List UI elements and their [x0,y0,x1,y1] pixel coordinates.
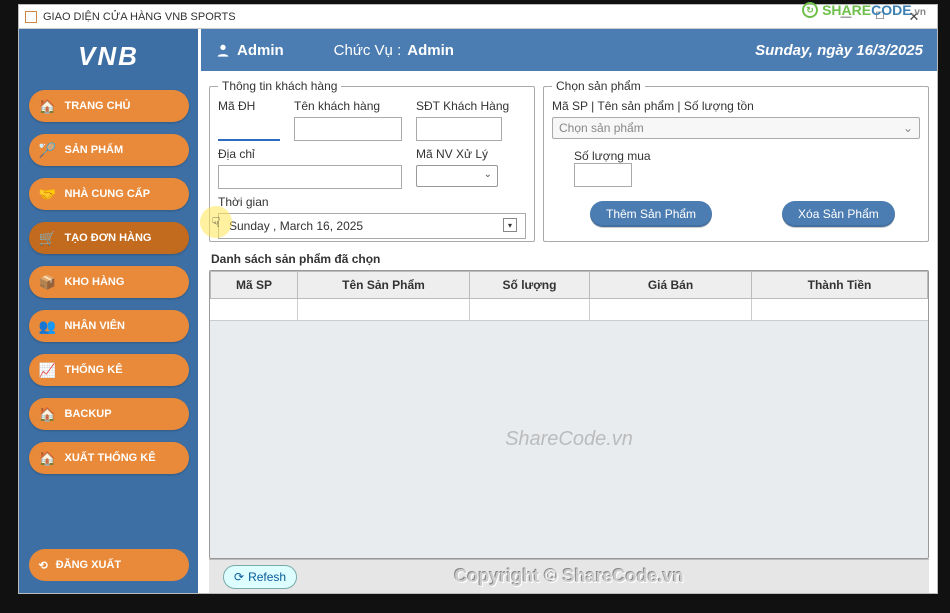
watermark: ↻ SHARECODE.vn [802,2,926,18]
sidebar-item-label: XUẤT THỐNG KÊ [65,452,156,464]
sidebar-item-home[interactable]: 🏠 TRANG CHỦ [29,90,189,122]
role-label: Chức Vụ : [334,42,402,59]
logout-icon: ⟲ [39,559,48,572]
order-id-label: Mã ĐH [218,99,280,113]
sidebar-item-warehouse[interactable]: 📦 KHO HÀNG [29,266,189,298]
sidebar-item-products[interactable]: 🏸 SẢN PHẨM [29,134,189,166]
home-icon: 🏠 [39,97,57,115]
grid-watermark: ShareCode.vn [210,321,928,558]
group-legend: Thông tin khách hàng [218,79,341,93]
titlebar[interactable]: GIAO DIỆN CỬA HÀNG VNB SPORTS — ☐ ✕ [19,5,937,29]
datetime-value: Sunday , March 16, 2025 [229,219,363,233]
qty-input[interactable] [574,163,632,187]
datetime-picker[interactable]: Sunday , March 16, 2025 ▾ [218,213,526,239]
selected-products-grid[interactable]: Mã SP Tên Sản Phẩm Số lượng Giá Bán Thàn… [209,270,929,559]
watermark-text-1: SHARE [822,2,871,18]
customer-info-group: Thông tin khách hàng Mã ĐH Tên khách hàn… [209,79,535,242]
sidebar-item-stats[interactable]: 📈 THỐNG KÊ [29,354,189,386]
sidebar-item-label: NHÀ CUNG CẤP [65,188,151,200]
table-row[interactable] [210,299,928,321]
window-title: GIAO DIỆN CỬA HÀNG VNB SPORTS [43,11,829,23]
logout-button[interactable]: ⟲ ĐĂNG XUẤT [29,549,189,581]
product-filter-label: Mã SP | Tên sản phẩm | Số lượng tồn [552,99,920,113]
sidebar-item-label: TẠO ĐƠN HÀNG [65,232,152,244]
sidebar: VNB 🏠 TRANG CHỦ 🏸 SẢN PHẨM 🤝 NHÀ CUNG CẤP 🛒… [19,29,201,593]
handshake-icon: 🤝 [39,185,57,203]
product-dropdown-placeholder: Chọn sản phẩm [559,121,644,135]
sidebar-item-label: TRANG CHỦ [65,100,131,112]
current-date: Sunday, ngày 16/3/2025 [755,42,923,59]
selected-list-title: Danh sách sản phẩm đã chọn [211,252,929,266]
address-label: Địa chỉ [218,147,402,161]
bottom-bar: ⟳Refesh Copyright © ShareCode.vn [209,559,929,593]
backup-icon: 🏠 [39,405,57,423]
qty-label: Số lượng mua [574,149,920,163]
logout-label: ĐĂNG XUẤT [56,559,121,571]
customer-name-label: Tên khách hàng [294,99,402,113]
app-window: GIAO DIỆN CỬA HÀNG VNB SPORTS — ☐ ✕ VNB … [18,4,938,594]
sidebar-item-label: BACKUP [65,408,112,420]
user-name: Admin [237,42,284,59]
add-product-button[interactable]: Thêm Sản Phẩm [590,201,712,227]
watermark-logo-icon: ↻ [802,2,818,18]
watermark-text-2: CODE [871,2,911,18]
order-id-input[interactable] [218,117,280,141]
sidebar-item-label: NHÂN VIÊN [65,320,126,332]
calendar-icon: ▾ [503,218,517,232]
customer-phone-input[interactable] [416,117,502,141]
refresh-button[interactable]: ⟳Refesh [223,565,297,589]
col-product-name[interactable]: Tên Sản Phẩm [298,271,470,299]
user-icon [215,42,231,58]
topbar: Admin Chức Vụ : Admin Sunday, ngày 16/3/2… [201,29,937,71]
nav: 🏠 TRANG CHỦ 🏸 SẢN PHẨM 🤝 NHÀ CUNG CẤP 🛒 TẠO … [19,90,198,474]
col-qty[interactable]: Số lượng [470,271,590,299]
people-icon: 👥 [39,317,57,335]
grid-header: Mã SP Tên Sản Phẩm Số lượng Giá Bán Thàn… [210,271,928,299]
sidebar-item-label: SẢN PHẨM [65,144,124,156]
watermark-text-3: .vn [912,7,926,18]
time-label: Thời gian [218,195,526,209]
col-price[interactable]: Giá Bán [590,271,752,299]
role-value: Admin [407,42,454,59]
sidebar-item-backup[interactable]: 🏠 BACKUP [29,398,189,430]
sidebar-item-label: KHO HÀNG [65,276,125,288]
product-select-group: Chọn sản phẩm Mã SP | Tên sản phẩm | Số … [543,79,929,242]
sidebar-item-suppliers[interactable]: 🤝 NHÀ CUNG CẤP [29,178,189,210]
chevron-down-icon: ⌄ [903,121,913,135]
col-product-code[interactable]: Mã SP [210,271,298,299]
cart-icon: 🛒 [39,229,57,247]
sidebar-item-staff[interactable]: 👥 NHÂN VIÊN [29,310,189,342]
remove-product-button[interactable]: Xóa Sản Phẩm [782,201,895,227]
brand-logo: VNB [78,41,139,72]
customer-phone-label: SĐT Khách Hàng [416,99,509,113]
racket-icon: 🏸 [39,141,57,159]
sidebar-item-create-order[interactable]: 🛒 TẠO ĐƠN HÀNG [29,222,189,254]
warehouse-icon: 📦 [39,273,57,291]
staff-label: Mã NV Xử Lý [416,147,498,161]
main-area: Admin Chức Vụ : Admin Sunday, ngày 16/3/2… [201,29,937,593]
sidebar-item-label: THỐNG KÊ [65,364,123,376]
refresh-icon: ⟳ [234,570,244,584]
col-total[interactable]: Thành Tiền [752,271,928,299]
address-input[interactable] [218,165,402,189]
app-icon [25,11,37,23]
export-icon: 🏠 [39,449,57,467]
sidebar-item-export-stats[interactable]: 🏠 XUẤT THỐNG KÊ [29,442,189,474]
group-legend: Chọn sản phẩm [552,79,645,93]
copyright-text: Copyright © ShareCode.vn [454,566,683,587]
chart-icon: 📈 [39,361,57,379]
product-dropdown[interactable]: Chọn sản phẩm ⌄ [552,117,920,139]
staff-select[interactable] [416,165,498,187]
customer-name-input[interactable] [294,117,402,141]
